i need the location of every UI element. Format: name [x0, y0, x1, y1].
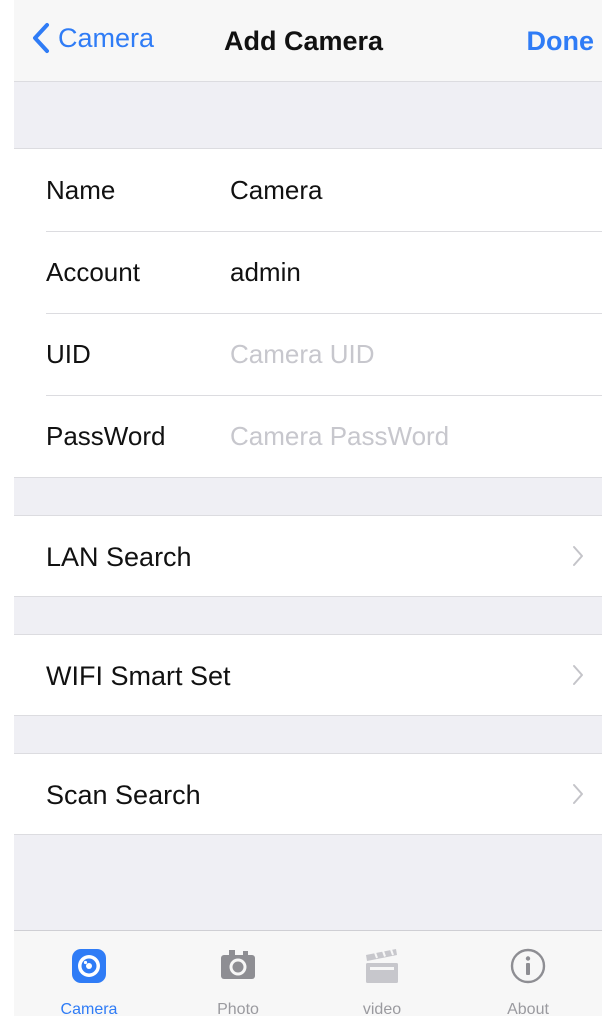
camera-lens-icon — [72, 949, 106, 983]
scan-search-group: Scan Search — [14, 753, 602, 835]
lan-search-group: LAN Search — [14, 515, 602, 597]
form-row-account: Account — [14, 231, 602, 313]
chevron-right-icon — [573, 784, 583, 804]
name-field[interactable] — [230, 167, 590, 213]
name-label: Name — [46, 175, 116, 205]
chevron-left-icon — [33, 23, 49, 53]
scan-search-label: Scan Search — [46, 780, 201, 810]
scan-search-row[interactable]: Scan Search — [14, 754, 602, 834]
page-title: Add Camera — [224, 26, 384, 56]
done-button[interactable]: Done — [527, 26, 595, 57]
tab-camera-label: Camera — [60, 1001, 118, 1016]
tab-bar: Camera Photo video About — [14, 930, 602, 1016]
lan-search-label: LAN Search — [46, 542, 192, 572]
uid-field[interactable] — [230, 331, 590, 377]
tab-camera[interactable]: Camera — [29, 931, 149, 1016]
chevron-right-icon — [573, 546, 583, 566]
account-label: Account — [46, 257, 140, 287]
info-icon — [510, 948, 546, 984]
back-button[interactable]: Camera — [32, 22, 154, 54]
clapperboard-icon — [366, 949, 398, 983]
password-field[interactable] — [230, 413, 590, 459]
tab-photo-label: Photo — [217, 1001, 259, 1016]
form-row-uid: UID — [14, 313, 602, 395]
tab-video[interactable]: video — [322, 931, 442, 1016]
form-row-password: PassWord — [14, 395, 602, 477]
back-button-label: Camera — [58, 22, 155, 53]
wifi-smart-set-group: WIFI Smart Set — [14, 634, 602, 716]
tab-about[interactable]: About — [468, 931, 588, 1016]
tab-about-label: About — [507, 1001, 549, 1016]
form-row-name: Name — [14, 149, 602, 231]
lan-search-row[interactable]: LAN Search — [14, 516, 602, 596]
tab-photo[interactable]: Photo — [178, 931, 298, 1016]
uid-label: UID — [46, 339, 91, 369]
navigation-bar: Camera Add Camera Done — [14, 0, 602, 82]
password-label: PassWord — [46, 421, 166, 451]
wifi-smart-set-label: WIFI Smart Set — [46, 661, 231, 691]
tab-video-label: video — [362, 1001, 402, 1016]
photo-camera-icon — [221, 950, 255, 979]
chevron-right-icon — [573, 665, 583, 685]
wifi-smart-set-row[interactable]: WIFI Smart Set — [14, 635, 602, 715]
app-screen: Camera Add Camera Done Name Account UID … — [14, 0, 602, 1016]
account-field[interactable] — [230, 249, 590, 295]
camera-form: Name Account UID PassWord — [14, 148, 602, 478]
